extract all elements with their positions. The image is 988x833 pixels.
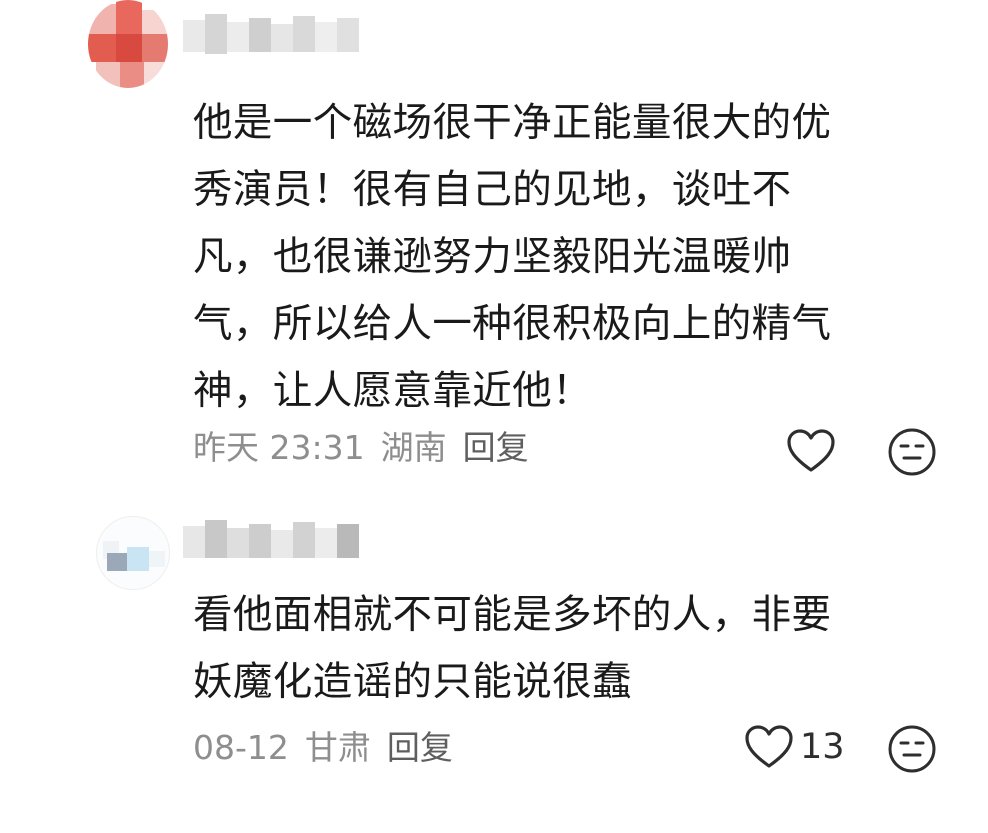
neutral-face-icon [888, 725, 936, 773]
comment-text: 看他面相就不可能是多坏的人，非要 妖魔化造谣的只能说很蠢 [193, 582, 883, 716]
comment-line: 神，让人愿意靠近他！ [193, 368, 592, 414]
avatar[interactable] [88, 0, 168, 88]
comment-line: 妖魔化造谣的只能说很蠢 [193, 659, 632, 705]
like-count: 13 [800, 727, 845, 767]
heart-outline-icon [787, 429, 835, 472]
comment-line: 秀演员！很有自己的见地，谈吐不 [193, 167, 792, 213]
comment-line: 他是一个磁场很干净正能量很大的优 [193, 100, 832, 146]
comment-meta: 昨天 23:31 湖南 回复 [193, 426, 529, 470]
neutral-face-icon [888, 428, 936, 476]
comment-text: 他是一个磁场很干净正能量很大的优 秀演员！很有自己的见地，谈吐不 凡，也很谦逊努… [193, 90, 883, 425]
comment-item: 看他面相就不可能是多坏的人，非要 妖魔化造谣的只能说很蠢 08-12 甘肃 回复… [0, 500, 988, 833]
comment-item: 他是一个磁场很干净正能量很大的优 秀演员！很有自己的见地，谈吐不 凡，也很谦逊努… [0, 0, 988, 500]
comment-line: 气，所以给人一种很积极向上的精气 [193, 301, 832, 347]
reply-button[interactable]: 回复 [387, 726, 453, 770]
comment-meta: 08-12 甘肃 回复 [193, 726, 453, 770]
username-blurred[interactable] [183, 516, 361, 562]
comment-location: 湖南 [380, 428, 447, 467]
like-button[interactable]: 13 [744, 724, 845, 770]
reply-button[interactable]: 回复 [463, 426, 529, 470]
comment-line: 凡，也很谦逊努力坚毅阳光温暖帅 [193, 234, 792, 280]
comment-date: 08-12 [193, 728, 289, 767]
comment-date: 昨天 23:31 [193, 428, 365, 467]
comment-line: 看他面相就不可能是多坏的人，非要 [193, 592, 832, 638]
comment-location: 甘肃 [304, 728, 371, 767]
avatar[interactable] [96, 516, 170, 590]
dislike-button[interactable] [887, 724, 937, 778]
like-button[interactable] [786, 428, 842, 474]
heart-outline-icon [745, 725, 793, 768]
dislike-button[interactable] [887, 427, 937, 481]
username-blurred[interactable] [183, 14, 361, 60]
